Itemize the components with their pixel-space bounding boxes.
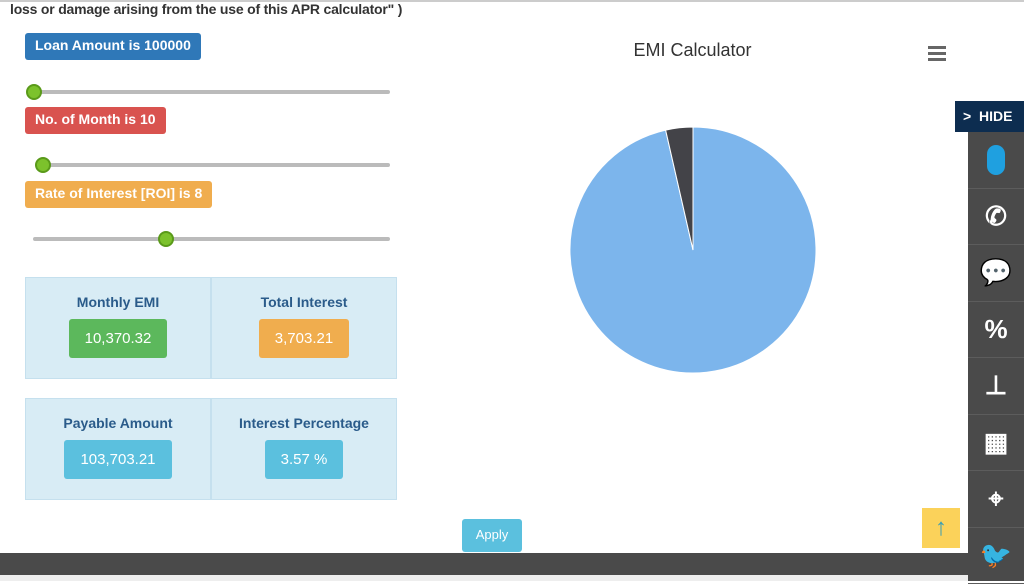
- roi-slider[interactable]: [33, 237, 390, 241]
- percent-icon[interactable]: %: [968, 302, 1024, 359]
- monthly-emi-value: 10,370.32: [69, 319, 168, 358]
- roi-slider-handle[interactable]: [158, 231, 174, 247]
- sitemap-icon[interactable]: ⊥: [968, 358, 1024, 415]
- interest-percentage-card: Interest Percentage 3.57 %: [211, 398, 397, 500]
- mouse-icon[interactable]: [968, 132, 1024, 189]
- months-slider[interactable]: [35, 163, 390, 167]
- monthly-emi-card: Monthly EMI 10,370.32: [25, 277, 211, 379]
- loan-amount-slider-handle[interactable]: [26, 84, 42, 100]
- total-interest-value: 3,703.21: [259, 319, 349, 358]
- monthly-emi-title: Monthly EMI: [26, 294, 210, 310]
- roi-label: Rate of Interest [ROI] is 8: [25, 181, 212, 208]
- payable-amount-card: Payable Amount 103,703.21: [25, 398, 211, 500]
- months-slider-handle[interactable]: [35, 157, 51, 173]
- twitter-icon[interactable]: 🐦: [968, 528, 1024, 584]
- chart-title: EMI Calculator: [560, 40, 825, 61]
- hide-label: HIDE: [979, 108, 1012, 124]
- total-interest-card: Total Interest 3,703.21: [211, 277, 397, 379]
- scroll-top-button[interactable]: ↑: [922, 508, 960, 548]
- sidebar: ✆ 💬 % ⊥ ▦ ⌖ 🐦: [968, 132, 1024, 581]
- pie-chart: [560, 120, 830, 380]
- payable-amount-title: Payable Amount: [26, 415, 210, 431]
- payable-amount-value: 103,703.21: [64, 440, 171, 479]
- chat-icon[interactable]: 💬: [968, 245, 1024, 302]
- footer-bar: [0, 553, 1024, 575]
- phone-icon[interactable]: ✆: [968, 189, 1024, 246]
- chevron-right-icon: >: [963, 108, 971, 124]
- disclaimer-text: loss or damage arising from the use of t…: [10, 1, 402, 17]
- months-label: No. of Month is 10: [25, 107, 166, 134]
- interest-percentage-title: Interest Percentage: [212, 415, 396, 431]
- chart-menu-icon[interactable]: [928, 46, 946, 61]
- loan-amount-slider[interactable]: [33, 90, 390, 94]
- map-pin-icon[interactable]: ⌖: [968, 471, 1024, 528]
- hide-sidebar-button[interactable]: > HIDE: [955, 101, 1024, 132]
- interest-percentage-value: 3.57 %: [265, 440, 344, 479]
- total-interest-title: Total Interest: [212, 294, 396, 310]
- bottom-strip: [0, 575, 1024, 581]
- apply-button[interactable]: Apply: [462, 519, 522, 552]
- loan-amount-label: Loan Amount is 100000: [25, 33, 201, 60]
- calculator-icon[interactable]: ▦: [968, 415, 1024, 472]
